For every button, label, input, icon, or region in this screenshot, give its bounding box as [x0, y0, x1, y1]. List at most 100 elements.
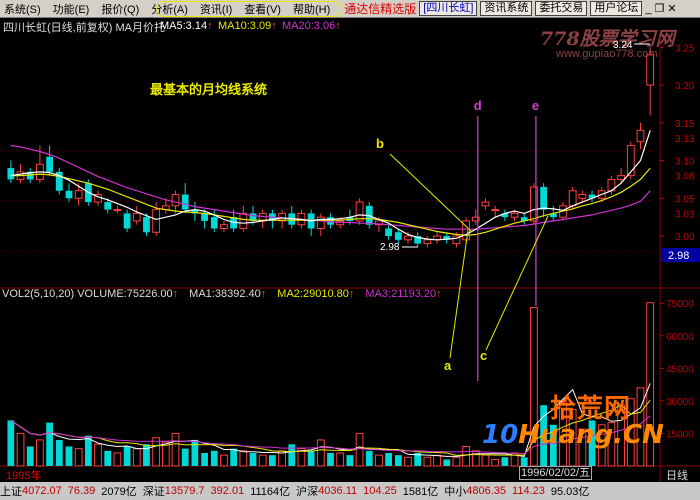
volume-tick-label: 75000 — [666, 299, 694, 310]
volume-bar — [258, 454, 267, 467]
chart-title: 四川长虹(日线,前复权) MA月价托 — [3, 22, 165, 34]
candle-body — [7, 168, 15, 180]
volume-bar — [181, 448, 189, 466]
annotation-label-c: c — [480, 348, 487, 363]
candle-body — [210, 217, 218, 229]
candle-body — [510, 212, 519, 218]
sz-index: 13579.7 — [164, 485, 205, 497]
candle-body — [181, 194, 189, 210]
volume-bar — [132, 448, 141, 467]
price-tick-label: 3.25 — [675, 43, 695, 54]
volume-bar — [230, 448, 238, 466]
candle-body — [540, 186, 547, 210]
minimize-icon[interactable]: _ — [645, 3, 651, 15]
chart-annotation: 最基本的月均线系统 — [150, 82, 268, 97]
volume-bar — [104, 450, 112, 466]
candle-body — [220, 224, 228, 229]
hs-amount: 1581亿 — [402, 486, 439, 498]
candle-body — [65, 190, 73, 199]
vol-ma2: MA2:29010.80 — [277, 288, 349, 300]
annotation-line-a — [449, 229, 469, 359]
volume-tick-label: 15000 — [666, 429, 694, 440]
info-system-button[interactable]: 资讯系统 — [480, 1, 533, 16]
volume-bar — [249, 452, 257, 466]
period-button[interactable]: 日线 — [666, 467, 688, 483]
low-price-label: 2.98 — [380, 242, 400, 253]
restore-icon[interactable]: ❐ — [655, 2, 665, 15]
menu-system[interactable]: 系统(S) — [0, 1, 47, 17]
candle-body — [491, 209, 500, 212]
volume-bar — [336, 452, 345, 467]
candle-body — [385, 228, 393, 237]
volume-bar — [471, 450, 480, 467]
candle-body — [481, 201, 490, 207]
volume-bar — [55, 439, 63, 466]
hs-change: 104.25 — [363, 485, 397, 497]
zx-change: 114.23 — [512, 485, 545, 497]
volume-bar — [307, 450, 315, 466]
price-tick-label: 3.15 — [675, 119, 695, 130]
volume-bar — [152, 437, 161, 467]
volume-bar — [501, 457, 509, 466]
candle-body — [143, 217, 150, 233]
year-label: 1995年 — [6, 470, 42, 482]
close-icon[interactable]: ✕ — [667, 2, 676, 15]
volume-info-bar: VOL2(5,10,20) VOLUME:75226.00↑ MA1:38392… — [2, 288, 442, 300]
volume-bar — [346, 455, 354, 466]
hs-index: 4036.11 — [318, 485, 358, 497]
sh-change: 76.39 — [67, 485, 96, 497]
ma20-value: MA20:3.06↑ — [282, 20, 341, 32]
forum-button[interactable]: 用户论坛 — [590, 1, 643, 16]
trade-button[interactable]: 委托交易 — [535, 1, 588, 16]
volume-bar — [201, 452, 208, 466]
volume-bar — [210, 450, 218, 466]
volume-bar — [491, 458, 500, 467]
price-tick-label: 3.20 — [675, 81, 695, 92]
current-price-label: 2.98 — [668, 250, 689, 262]
volume-bar — [404, 456, 412, 467]
ma10-value: MA10:3.09↑ — [218, 20, 277, 32]
volume-bar — [191, 439, 199, 466]
annotation-line-b — [389, 153, 473, 233]
price-tick-label: 3.03 — [675, 209, 695, 220]
volume-bar — [220, 454, 228, 467]
candle-body — [394, 232, 402, 240]
volume-bar — [239, 450, 248, 467]
stock-name-box[interactable]: [四川长虹] — [419, 1, 478, 16]
volume-bar — [171, 432, 180, 467]
vol-ma3: MA3:21193.20 — [365, 288, 437, 300]
annotation-label-a: a — [444, 358, 452, 373]
volume-bar — [16, 432, 25, 467]
annotation-label-e: e — [532, 98, 539, 113]
menu-function[interactable]: 功能(E) — [47, 1, 96, 17]
candle-body — [132, 212, 141, 222]
sz-amount: 11164亿 — [250, 486, 291, 498]
annotation-label-b: b — [376, 136, 384, 151]
menu-quote[interactable]: 报价(Q) — [95, 1, 145, 17]
sh-label: 上证 — [0, 486, 22, 498]
candle-body — [113, 209, 122, 212]
volume-bar — [394, 455, 402, 466]
hs-label: 沪深 — [296, 486, 319, 498]
candle-body — [404, 235, 412, 241]
shihuang-url-logo: 10Huang.CN — [482, 420, 664, 450]
volume-bar — [94, 443, 102, 467]
candle-body — [46, 156, 53, 172]
candle-body — [578, 194, 587, 199]
volume-bar — [74, 448, 83, 467]
volume-bar — [268, 455, 276, 466]
volume-bar — [36, 439, 44, 467]
candle-body — [201, 213, 208, 221]
zx-amount: 95.03亿 — [550, 486, 590, 498]
volume-bar — [520, 457, 528, 466]
volume-bar — [316, 439, 325, 467]
price-tick-label: 3.13 — [675, 134, 695, 145]
price-tick-label: 3.05 — [675, 194, 695, 205]
candle-body — [171, 194, 180, 207]
volume-bar — [385, 452, 393, 466]
volume-bar — [355, 432, 364, 467]
volume-bar — [462, 445, 471, 467]
candle-body — [646, 54, 655, 86]
volume-bar — [452, 456, 461, 467]
candle-body — [636, 129, 645, 143]
